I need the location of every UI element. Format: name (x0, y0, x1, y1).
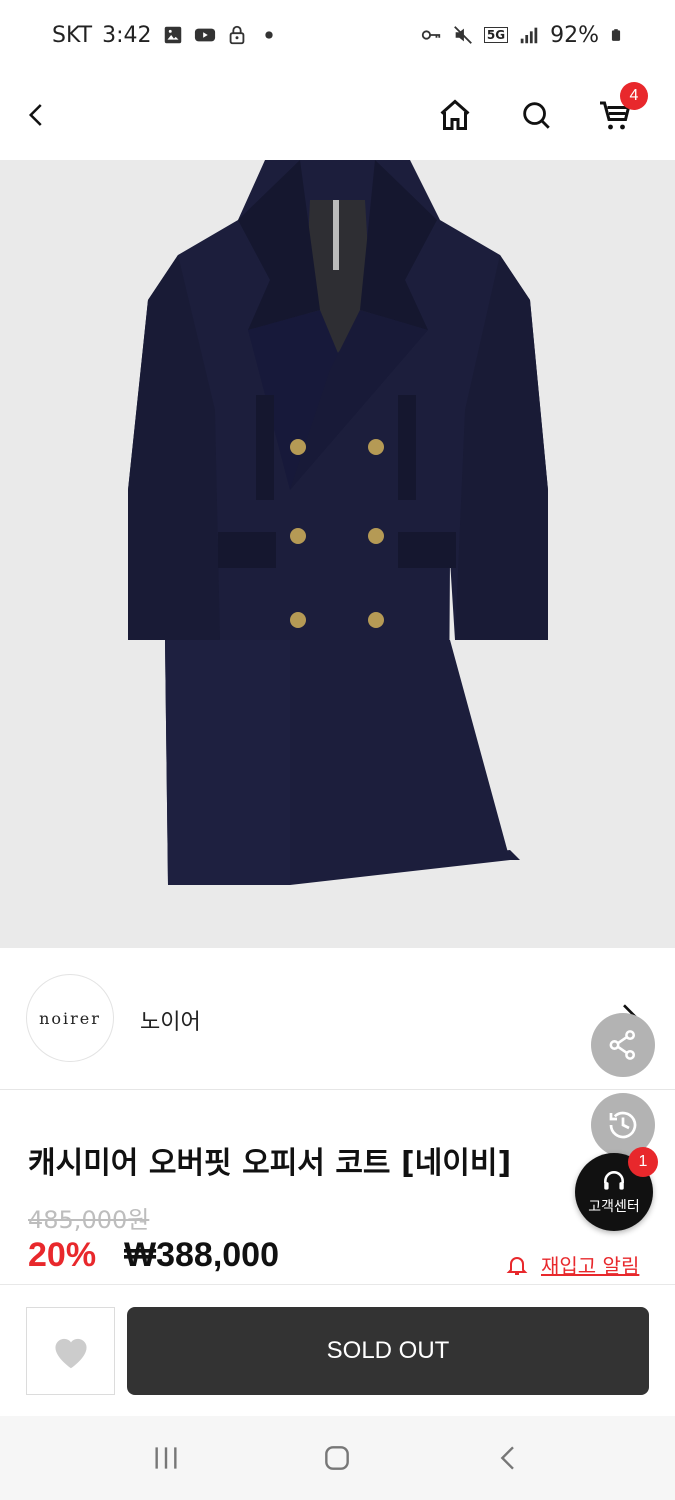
clock: 3:42 (102, 22, 152, 48)
status-bar: SKT 3:42 5G 92% (0, 0, 675, 70)
brand-row[interactable]: noirer 노이어 (0, 948, 675, 1090)
home-button[interactable] (428, 88, 482, 142)
mute-icon (453, 26, 472, 44)
search-button[interactable] (509, 88, 563, 142)
share-button[interactable] (591, 1013, 655, 1077)
history-icon (609, 1111, 637, 1139)
home-icon (440, 99, 470, 130)
signal-icon (520, 27, 538, 44)
help-notification-badge: 1 (628, 1147, 658, 1177)
cart-count-badge: 4 (620, 82, 648, 110)
battery-icon (611, 29, 621, 41)
discount-rate: 20% (28, 1236, 97, 1274)
product-title: 캐시미어 오버핏 오피서 코트 [네이비] (28, 1146, 512, 1181)
lock-icon (229, 25, 244, 45)
sale-price: ₩388,000 (124, 1236, 279, 1274)
headset-icon (604, 1171, 624, 1190)
share-icon (609, 1030, 636, 1060)
search-icon (523, 102, 550, 129)
purchase-action-bar: SOLD OUT (0, 1284, 675, 1416)
top-nav: 4 (0, 70, 675, 160)
product-image[interactable] (0, 160, 675, 948)
youtube-icon (194, 28, 215, 42)
customer-center-label: 고객센터 (588, 1199, 640, 1215)
restock-alert-label: 재입고 알림 (541, 1254, 640, 1278)
back-button[interactable] (10, 88, 64, 142)
back-nav-icon[interactable] (493, 1442, 525, 1474)
original-price: 485,000원 (28, 1206, 150, 1234)
status-right: 5G 92% (420, 23, 623, 48)
wishlist-button[interactable] (26, 1307, 115, 1395)
dot-icon (264, 31, 273, 39)
heart-icon (54, 1338, 87, 1369)
bell-icon (506, 1256, 528, 1275)
cart-button[interactable]: 4 (588, 82, 648, 142)
restock-alert-button[interactable]: 재입고 알림 (505, 1250, 639, 1279)
5g-icon: 5G (483, 27, 509, 43)
gallery-icon (164, 26, 181, 44)
carrier-label: SKT (52, 22, 93, 48)
chevron-left-icon (28, 104, 42, 126)
system-nav-bar (0, 1416, 675, 1500)
home-nav-icon[interactable] (321, 1442, 353, 1474)
brand-name: 노이어 (140, 1010, 201, 1035)
brand-logo: noirer (26, 974, 114, 1062)
sold-out-button[interactable]: SOLD OUT (127, 1307, 649, 1395)
status-left: SKT 3:42 (52, 23, 280, 48)
coat-illustration (128, 160, 548, 885)
battery-label: 92% (550, 22, 599, 48)
recent-apps-icon[interactable] (150, 1442, 182, 1474)
key-icon (421, 30, 441, 40)
